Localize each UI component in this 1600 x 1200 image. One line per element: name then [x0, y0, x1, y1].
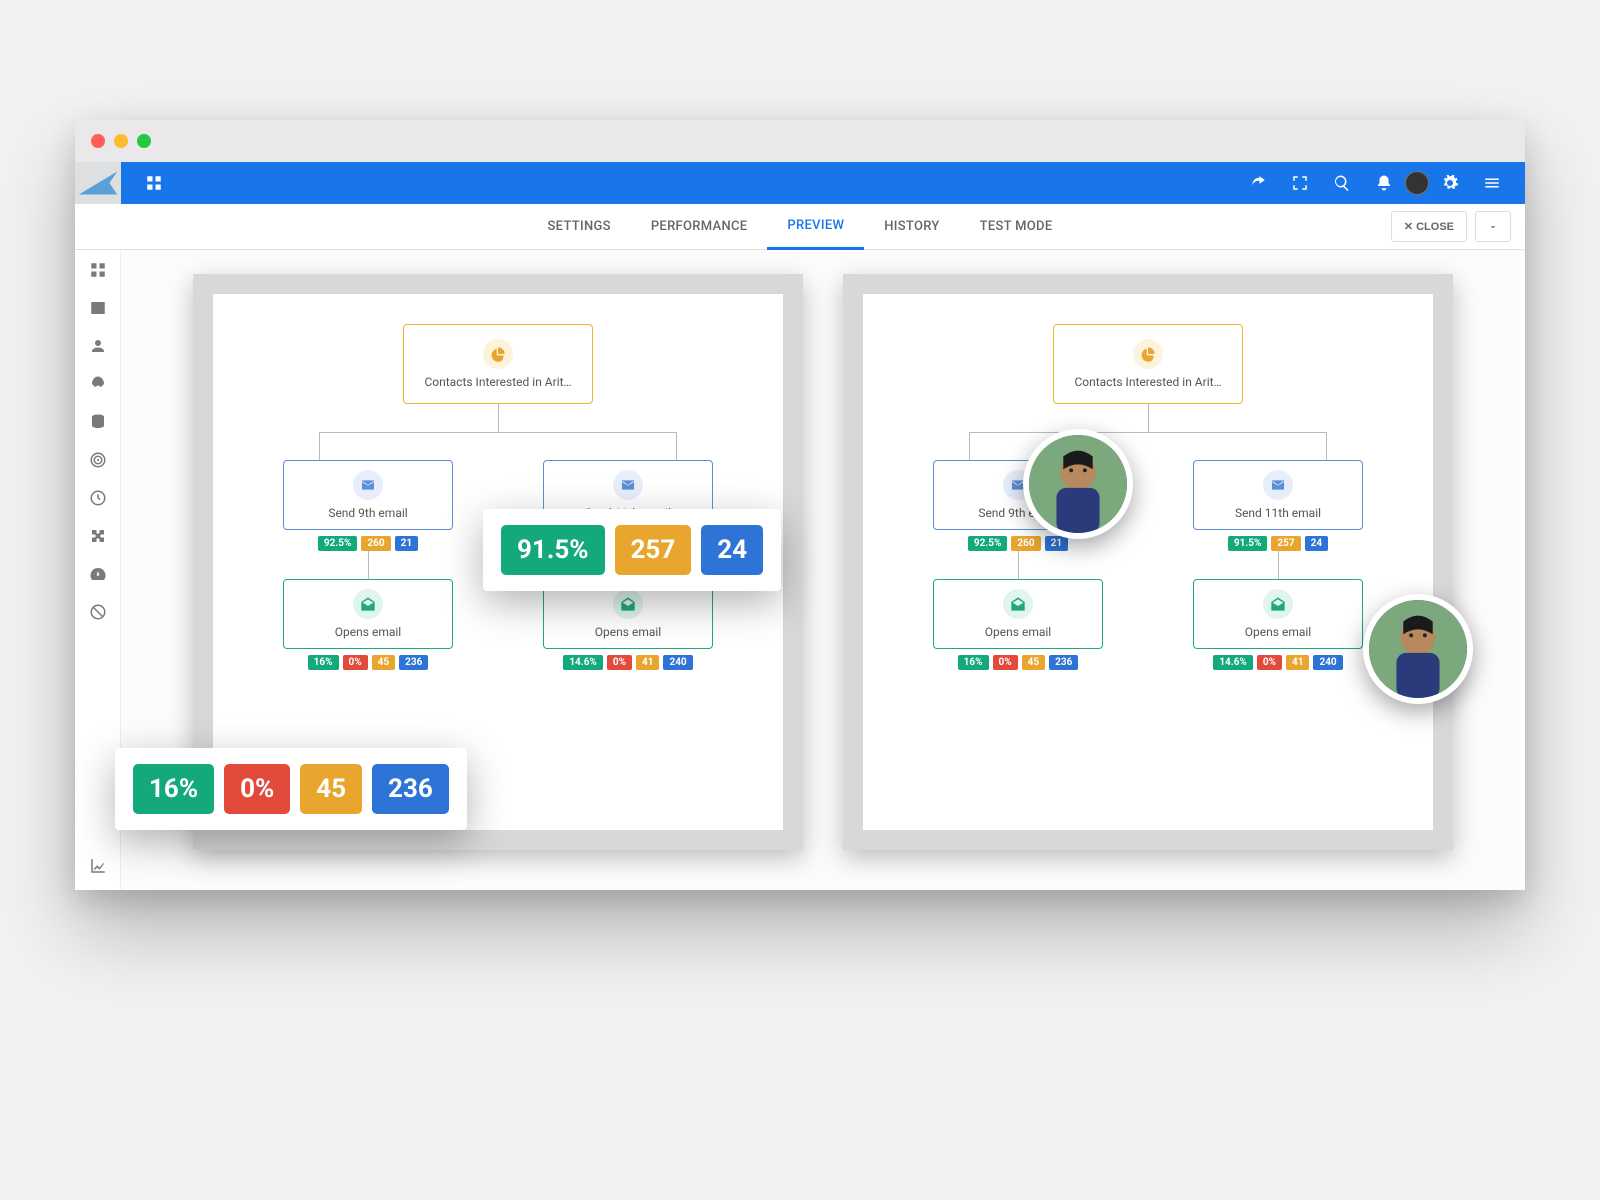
open-left-stats: 16% 0% 45 236: [308, 655, 429, 670]
close-label: CLOSE: [1416, 221, 1454, 233]
sidebar-clock-icon[interactable]: [88, 488, 108, 508]
tab-history[interactable]: HISTORY: [864, 204, 959, 250]
sidebar-puzzle-icon[interactable]: [88, 526, 108, 546]
open-left-stats-r: 16% 0% 45 236: [958, 655, 1079, 670]
email-11-label-r: Send 11th email: [1235, 506, 1321, 520]
segment-node-r[interactable]: Contacts Interested in Arit…: [1053, 324, 1243, 404]
app-window: SETTINGS PERFORMANCE PREVIEW HISTORY TES…: [75, 120, 1525, 890]
open-right-stats: 14.6% 0% 41 240: [563, 655, 692, 670]
pie-icon: [1133, 339, 1163, 369]
close-button[interactable]: ✕ CLOSE: [1391, 211, 1467, 242]
open-right-label: Opens email: [595, 625, 661, 639]
sidebar-database-icon[interactable]: [88, 412, 108, 432]
tab-preview[interactable]: PREVIEW: [767, 204, 864, 250]
app-logo[interactable]: [75, 162, 121, 204]
traffic-light-zoom[interactable]: [137, 134, 151, 148]
tab-test-mode[interactable]: TEST MODE: [960, 204, 1073, 250]
close-dropdown-button[interactable]: [1475, 211, 1511, 242]
contact-avatar-1[interactable]: [1023, 429, 1133, 539]
envelope-icon: [1263, 470, 1293, 500]
segment-node[interactable]: Contacts Interested in Arit…: [403, 324, 593, 404]
main-layout: Contacts Interested in Arit… Send 9th em…: [75, 250, 1525, 890]
callout2-fail: 0%: [224, 764, 290, 814]
open-envelope-icon: [353, 589, 383, 619]
menu-icon[interactable]: [1477, 168, 1507, 198]
segment-label-r: Contacts Interested in Arit…: [1074, 375, 1221, 389]
open-left-label: Opens email: [335, 625, 401, 639]
bell-icon[interactable]: [1369, 168, 1399, 198]
tab-performance[interactable]: PERFORMANCE: [631, 204, 768, 250]
contact-avatar-2[interactable]: [1363, 594, 1473, 704]
open-envelope-icon: [1263, 589, 1293, 619]
open-node-left[interactable]: Opens email: [283, 579, 453, 649]
callout2-b: 236: [372, 764, 449, 814]
callout-email-stats: 91.5% 257 24: [483, 509, 781, 591]
fullscreen-icon[interactable]: [1285, 168, 1315, 198]
segment-label: Contacts Interested in Arit…: [424, 375, 571, 389]
open-right-stats-r: 14.6% 0% 41 240: [1213, 655, 1342, 670]
search-icon[interactable]: [1327, 168, 1357, 198]
callout-rate: 91.5%: [501, 525, 605, 575]
open-node-left-r[interactable]: Opens email: [933, 579, 1103, 649]
open-envelope-icon: [613, 589, 643, 619]
user-avatar[interactable]: [1405, 171, 1429, 195]
callout-sent: 257: [615, 525, 692, 575]
email-9-stats: 92.5% 260 21: [318, 536, 418, 551]
traffic-light-close[interactable]: [91, 134, 105, 148]
traffic-light-minimize[interactable]: [114, 134, 128, 148]
chevron-down-icon: [1487, 221, 1499, 233]
email-9-label: Send 9th email: [328, 506, 407, 520]
grid-icon[interactable]: [139, 168, 169, 198]
open-left-label-r: Opens email: [985, 625, 1051, 639]
app-topbar: [75, 162, 1525, 204]
sidebar-dashboard-icon[interactable]: [88, 260, 108, 280]
callout-open-stats: 16% 0% 45 236: [115, 748, 467, 830]
pie-icon: [483, 339, 513, 369]
window-titlebar: [75, 120, 1525, 162]
sidebar-rocket-icon[interactable]: [88, 374, 108, 394]
callout2-a: 45: [300, 764, 362, 814]
sidebar-gauge-icon[interactable]: [88, 564, 108, 584]
callout-other: 24: [701, 525, 763, 575]
sidebar-chart-icon[interactable]: [88, 856, 108, 876]
sidebar-calendar-icon[interactable]: [88, 298, 108, 318]
sidebar-user-icon[interactable]: [88, 336, 108, 356]
tab-bar: SETTINGS PERFORMANCE PREVIEW HISTORY TES…: [75, 204, 1525, 250]
email-9-stats-r: 92.5% 260 21: [968, 536, 1068, 551]
sidebar-target-icon[interactable]: [88, 450, 108, 470]
email-11-stats-r: 91.5% 257 24: [1228, 536, 1328, 551]
open-node-right-r[interactable]: Opens email: [1193, 579, 1363, 649]
envelope-icon: [613, 470, 643, 500]
wing-icon: [75, 160, 121, 206]
tab-settings[interactable]: SETTINGS: [528, 204, 631, 250]
email-node-9[interactable]: Send 9th email: [283, 460, 453, 530]
email-node-11-r[interactable]: Send 11th email: [1193, 460, 1363, 530]
gear-icon[interactable]: [1435, 168, 1465, 198]
open-envelope-icon: [1003, 589, 1033, 619]
sidebar-block-icon[interactable]: [88, 602, 108, 622]
envelope-icon: [353, 470, 383, 500]
open-right-label-r: Opens email: [1245, 625, 1311, 639]
share-icon[interactable]: [1243, 168, 1273, 198]
flow-panel-right: Contacts Interested in Arit… Send 9th em…: [843, 274, 1453, 850]
preview-canvas: Contacts Interested in Arit… Send 9th em…: [121, 250, 1525, 890]
callout2-rate: 16%: [133, 764, 214, 814]
